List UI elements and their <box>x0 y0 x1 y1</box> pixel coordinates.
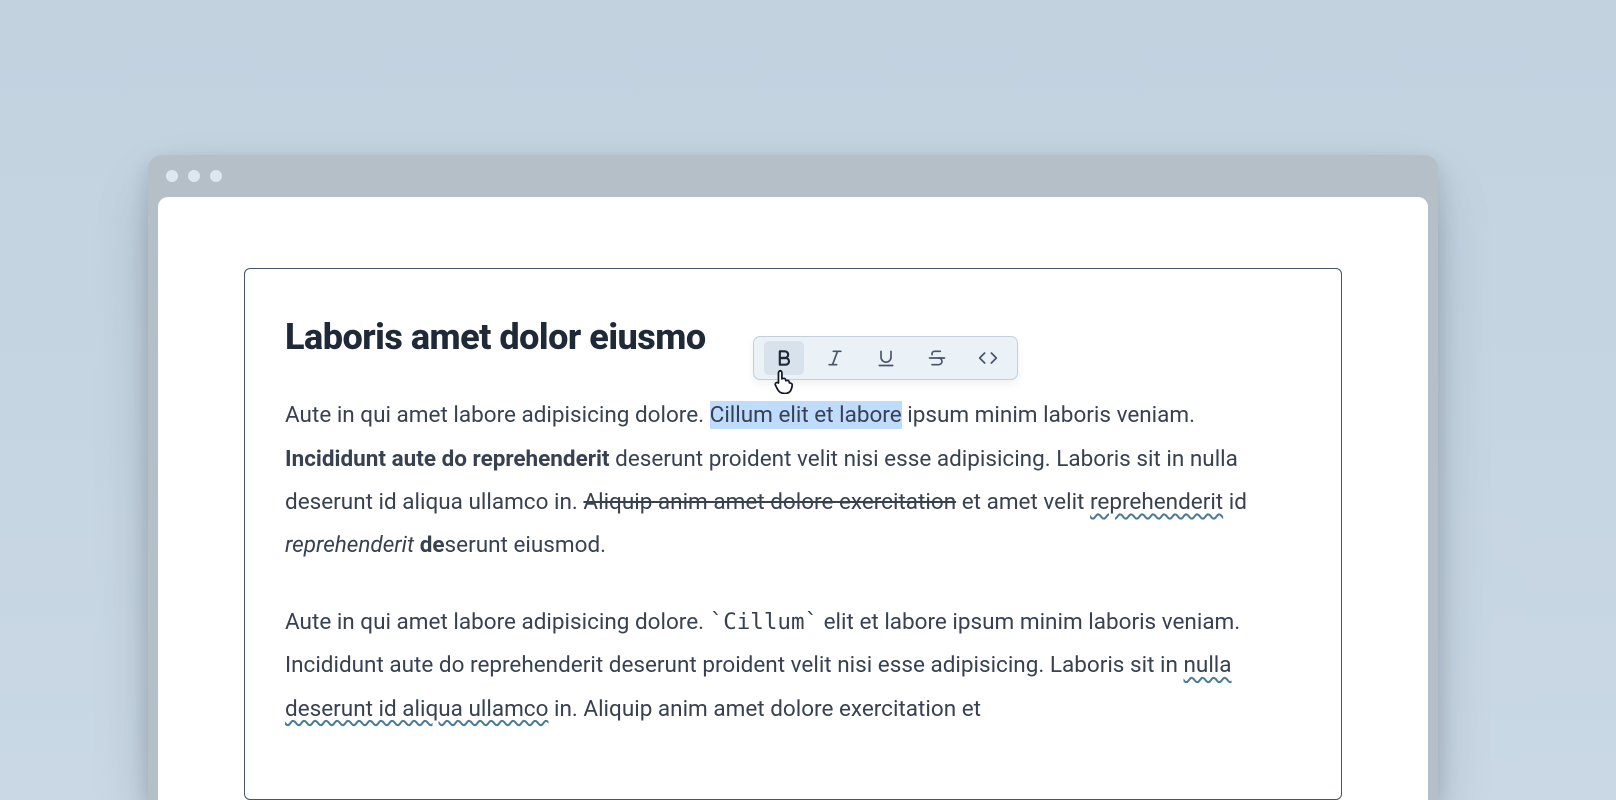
text-run-normal[interactable]: et amet velit <box>956 489 1090 515</box>
formatting-toolbar <box>753 336 1018 380</box>
text-run-italic[interactable]: reprehenderit <box>285 532 414 558</box>
text-run-tick[interactable]: ` <box>710 609 724 635</box>
strikethrough-button[interactable] <box>917 341 957 375</box>
underline-button[interactable] <box>866 341 906 375</box>
code-button[interactable] <box>968 341 1008 375</box>
italic-icon <box>825 348 845 368</box>
document-body[interactable]: Aute in qui amet labore adipisicing dolo… <box>285 394 1301 730</box>
text-run-bold[interactable]: de <box>420 532 445 558</box>
text-run-code[interactable]: Cillum <box>723 609 804 635</box>
text-run-normal[interactable]: Aute in qui amet labore adipisicing dolo… <box>285 609 710 635</box>
text-run-bold[interactable]: Incididunt aute do reprehenderit <box>285 446 610 472</box>
text-run-tick[interactable]: ` <box>805 609 819 635</box>
text-run-strike[interactable]: Aliquip anim amet dolore exercitation <box>583 489 956 515</box>
text-run-normal[interactable]: serunt eiusmod. <box>445 532 607 558</box>
window-titlebar <box>148 155 1438 197</box>
italic-button[interactable] <box>815 341 855 375</box>
underline-icon <box>876 348 896 368</box>
text-run-wavy[interactable]: reprehenderit <box>1090 489 1223 515</box>
text-run-normal[interactable]: Aute in qui amet labore adipisicing dolo… <box>285 402 710 428</box>
traffic-light-minimize[interactable] <box>188 170 200 182</box>
text-run-normal[interactable]: id <box>1223 489 1247 515</box>
text-run-normal[interactable]: ipsum minim laboris veniam. <box>902 402 1195 428</box>
text-run-normal[interactable]: in. Aliquip anim amet dolore exercitatio… <box>548 696 981 722</box>
strikethrough-icon <box>927 348 947 368</box>
app-window: Laboris amet dolor eiusmo Aute in qui am… <box>148 155 1438 800</box>
traffic-light-close[interactable] <box>166 170 178 182</box>
text-run-highlight[interactable]: Cillum elit et labore <box>710 401 902 429</box>
traffic-light-zoom[interactable] <box>210 170 222 182</box>
bold-icon <box>774 348 794 368</box>
code-icon <box>977 348 999 368</box>
bold-button[interactable] <box>764 341 804 375</box>
window-body: Laboris amet dolor eiusmo Aute in qui am… <box>158 197 1428 800</box>
paragraph[interactable]: Aute in qui amet labore adipisicing dolo… <box>285 601 1301 731</box>
paragraph[interactable]: Aute in qui amet labore adipisicing dolo… <box>285 394 1301 567</box>
